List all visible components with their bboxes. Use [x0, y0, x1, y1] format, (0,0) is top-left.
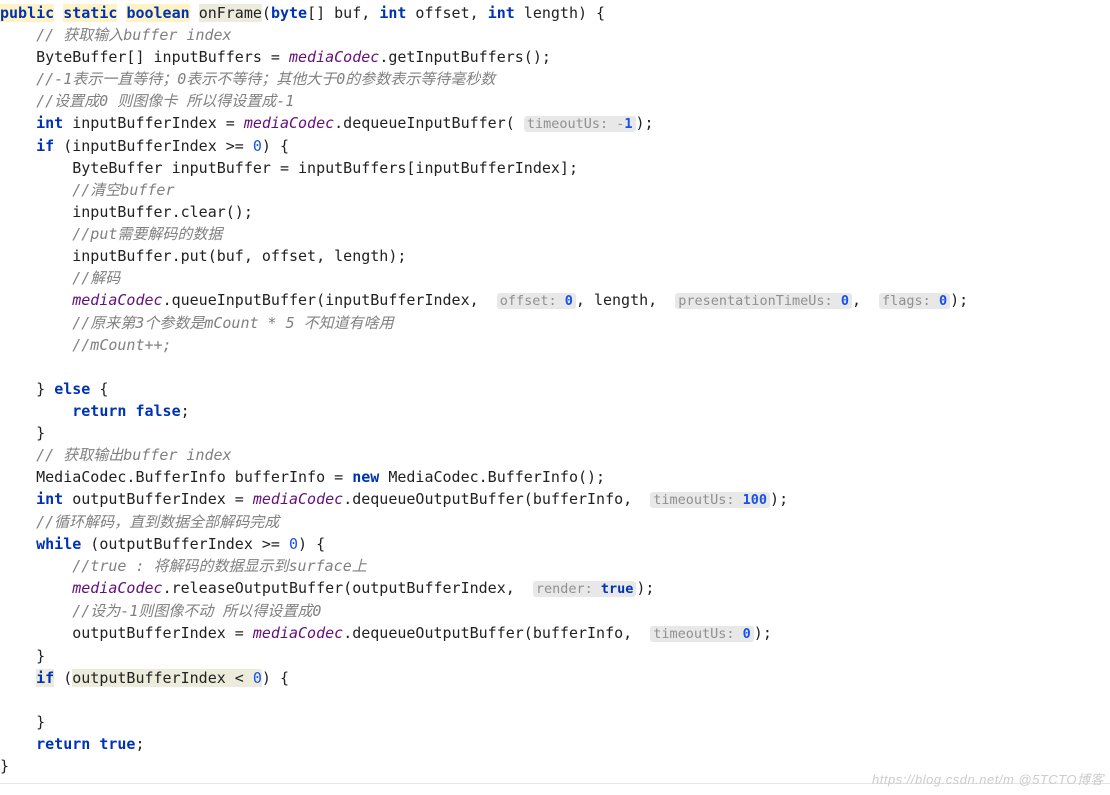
- code: );: [770, 490, 788, 508]
- hint: presentationTimeUs: 0: [675, 293, 852, 309]
- code: inputBuffer.put(buf, offset, length);: [72, 247, 406, 265]
- comment: //设置成0 则图像卡 所以得设置成-1: [36, 92, 294, 110]
- code: ByteBuffer inputBuffer = inputBuffers[in…: [72, 159, 578, 177]
- code: );: [754, 624, 772, 642]
- kw-true: true: [99, 735, 135, 753]
- code: outputBufferIndex =: [63, 490, 253, 508]
- param: length) {: [515, 4, 605, 22]
- code: );: [636, 579, 654, 597]
- code: (: [54, 669, 72, 687]
- comment: // 获取输出buffer index: [36, 446, 231, 464]
- code: ) {: [298, 535, 325, 553]
- code: {: [90, 380, 108, 398]
- kw-int: int: [379, 4, 406, 22]
- code: ) {: [262, 137, 289, 155]
- num: 0: [253, 137, 262, 155]
- field: mediaCodec: [253, 624, 343, 642]
- comment: //循环解码，直到数据全部解码完成: [36, 513, 279, 531]
- kw-int: int: [488, 4, 515, 22]
- comment: //true : 将解码的数据显示到surface上: [72, 557, 367, 575]
- comment: //设为-1则图像不动 所以得设置成0: [72, 602, 321, 620]
- kw-return: return: [72, 402, 126, 420]
- code: .dequeueOutputBuffer(bufferInfo,: [343, 624, 650, 642]
- field: mediaCodec: [72, 579, 162, 597]
- num: 0: [289, 535, 298, 553]
- comment: //解码: [72, 269, 120, 287]
- code: ByteBuffer[] inputBuffers =: [36, 48, 289, 66]
- code: ,: [852, 291, 879, 309]
- code: ;: [135, 735, 144, 753]
- watermark: https://blog.csdn.net/m @5TCTO博客: [872, 769, 1104, 791]
- cond-hl: outputBufferIndex < 0: [72, 669, 262, 687]
- kw-if: if: [36, 137, 54, 155]
- field: mediaCodec: [244, 114, 334, 132]
- code: }: [36, 647, 45, 665]
- code: MediaCodec.BufferInfo();: [379, 468, 605, 486]
- param: offset,: [406, 4, 487, 22]
- field: mediaCodec: [253, 490, 343, 508]
- code: );: [950, 291, 968, 309]
- kw-false: false: [135, 402, 180, 420]
- code: .releaseOutputBuffer(outputBufferIndex,: [163, 579, 533, 597]
- comment: // 获取输入buffer index: [36, 26, 231, 44]
- hint: render: true: [533, 581, 637, 597]
- comment: //清空buffer: [72, 181, 174, 199]
- comment: //原来第3个参数是mCount * 5 不知道有啥用: [72, 314, 393, 332]
- code: inputBufferIndex =: [63, 114, 244, 132]
- code: }: [36, 380, 54, 398]
- method-name: onFrame: [199, 4, 262, 22]
- kw-int: int: [36, 114, 63, 132]
- code: );: [636, 114, 654, 132]
- kw-return: return: [36, 735, 90, 753]
- comment: //put需要解码的数据: [72, 225, 222, 243]
- kw-if: if: [36, 669, 54, 687]
- hint: timeoutUs: 0: [650, 626, 754, 642]
- kw-static: static: [63, 4, 117, 22]
- hint: timeoutUs: 100: [650, 492, 770, 508]
- hint: timeoutUs: -1: [524, 116, 636, 132]
- hint: flags: 0: [879, 293, 950, 309]
- hint: offset: 0: [497, 293, 576, 309]
- code: outputBufferIndex =: [72, 624, 253, 642]
- code: MediaCodec.BufferInfo bufferInfo =: [36, 468, 352, 486]
- code: (outputBufferIndex >=: [81, 535, 289, 553]
- code: , length,: [576, 291, 675, 309]
- code: ) {: [262, 669, 289, 687]
- kw-int: int: [36, 490, 63, 508]
- code: .dequeueInputBuffer(: [334, 114, 524, 132]
- code: }: [36, 713, 45, 731]
- param: [] buf,: [307, 4, 379, 22]
- kw-byte: byte: [271, 4, 307, 22]
- field: mediaCodec: [72, 291, 162, 309]
- kw-public: public: [0, 4, 54, 22]
- code: }: [36, 424, 45, 442]
- comment: //-1表示一直等待；0表示不等待；其他大于0的参数表示等待毫秒数: [36, 70, 495, 88]
- code: (inputBufferIndex >=: [54, 137, 253, 155]
- code: ;: [181, 402, 190, 420]
- field: mediaCodec: [289, 48, 379, 66]
- comment: //mCount++;: [72, 336, 171, 354]
- code: .getInputBuffers();: [379, 48, 551, 66]
- code-block: public static boolean onFrame ( byte[] buf…: [0, 0, 1110, 777]
- kw-new: new: [352, 468, 379, 486]
- kw-boolean: boolean: [126, 4, 189, 22]
- kw-while: while: [36, 535, 81, 553]
- code: inputBuffer.clear();: [72, 203, 253, 221]
- code: .queueInputBuffer(inputBufferIndex,: [163, 291, 497, 309]
- code: }: [0, 757, 9, 775]
- kw-else: else: [54, 380, 90, 398]
- code: .dequeueOutputBuffer(bufferInfo,: [343, 490, 650, 508]
